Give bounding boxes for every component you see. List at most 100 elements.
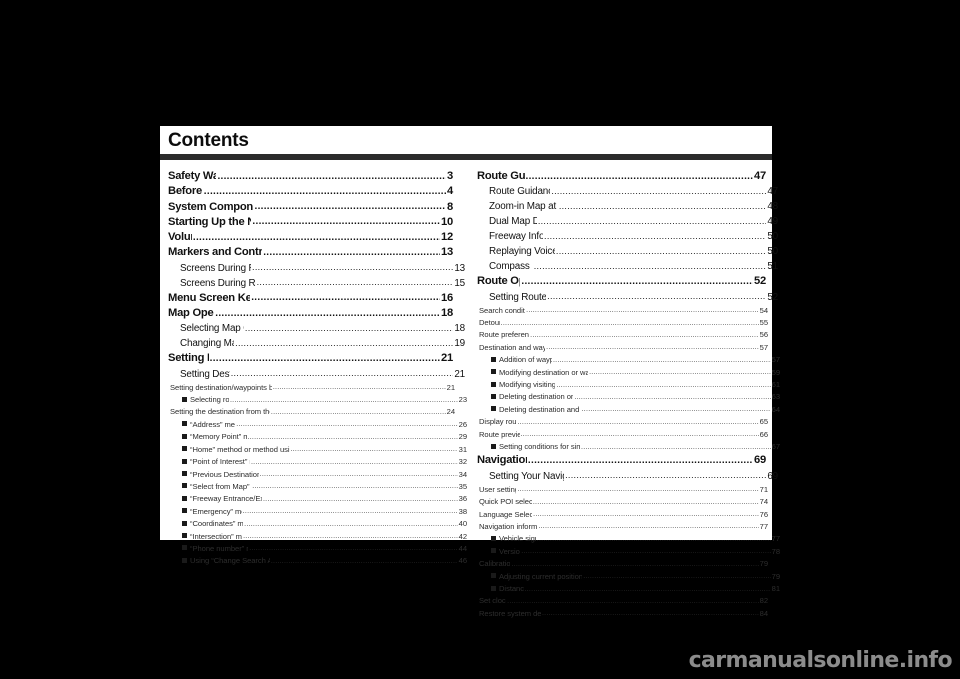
toc-dot-leader: ........................................… <box>537 215 767 226</box>
toc-entry[interactable]: Setting Route Options...................… <box>477 290 778 305</box>
toc-page-number: 57 <box>771 355 780 365</box>
toc-page-number: 21 <box>454 368 465 380</box>
toc-page-number: 51 <box>767 261 778 273</box>
toc-entry[interactable]: Selecting route.........................… <box>168 394 467 406</box>
toc-entry[interactable]: Route preview...........................… <box>477 429 768 441</box>
toc-page-number: 69 <box>754 454 766 467</box>
toc-dot-leader: ........................................… <box>581 443 771 451</box>
toc-entry[interactable]: Setting the destination from the navigat… <box>168 406 455 418</box>
toc-entry[interactable]: Freeway Information.....................… <box>477 229 778 244</box>
toc-dot-leader: ........................................… <box>556 381 770 389</box>
toc-entry-label-text: “Point of Interest” method <box>190 457 250 467</box>
toc-entry-label: Route preview <box>479 429 520 439</box>
toc-entry[interactable]: Adjusting current position and direction… <box>477 571 780 583</box>
toc-dot-leader: ........................................… <box>259 471 458 479</box>
toc-column-left: Safety Warnings.........................… <box>168 169 467 620</box>
toc-entry[interactable]: Screens During Route Setting............… <box>168 261 465 276</box>
toc-entry[interactable]: “Select from Map” method................… <box>168 481 467 493</box>
toc-entry[interactable]: Before Use..............................… <box>168 184 453 199</box>
toc-entry-label: “Coordinates” method <box>182 518 243 529</box>
toc-entry[interactable]: Selecting Map Orientation...............… <box>168 321 465 336</box>
toc-page-number: 79 <box>759 559 768 569</box>
toc-page-number: 55 <box>759 318 768 327</box>
toc-entry-label: Detour <box>479 318 500 327</box>
toc-entry[interactable]: Addition of waypoints...................… <box>477 354 780 366</box>
toc-entry[interactable]: Detour..................................… <box>477 317 768 329</box>
toc-entry[interactable]: Set clock...............................… <box>477 595 768 607</box>
toc-entry[interactable]: Modifying visiting order................… <box>477 379 780 391</box>
toc-entry[interactable]: Markers and Controls Displayed on Maps..… <box>168 245 453 260</box>
toc-entry-label: Language Selection <box>479 509 533 519</box>
toc-entry[interactable]: Route preferences.......................… <box>477 329 768 341</box>
toc-entry[interactable]: “Intersection” method...................… <box>168 531 467 543</box>
toc-entry[interactable]: Navigation Setup........................… <box>477 453 766 468</box>
toc-entry[interactable]: Deleting destination or waypoints.......… <box>477 391 780 403</box>
toc-entry[interactable]: Destination and waypoints...............… <box>477 342 768 354</box>
toc-entry[interactable]: Zoom-in Map at Intersection.............… <box>477 199 778 214</box>
toc-entry-label: Route preferences <box>479 330 529 340</box>
toc-entry[interactable]: “Phone number” method...................… <box>168 543 467 555</box>
toc-page-number: 18 <box>441 307 453 320</box>
toc-entry[interactable]: Setting Destination.....................… <box>168 367 465 382</box>
toc-entry[interactable]: Compass Mode............................… <box>477 259 778 274</box>
toc-entry[interactable]: Deleting destination and all waypoints..… <box>477 404 780 416</box>
toc-entry[interactable]: Navigation information..................… <box>477 521 768 533</box>
toc-entry[interactable]: Volume..................................… <box>168 230 453 245</box>
toc-entry[interactable]: Quick POI selection.....................… <box>477 496 768 508</box>
toc-entry[interactable]: “Address” method........................… <box>168 419 467 431</box>
toc-entry[interactable]: “Memory Point” method...................… <box>168 431 467 443</box>
toc-entry[interactable]: Language Selection......................… <box>477 509 768 521</box>
toc-entry[interactable]: Starting Up the Navigation System.......… <box>168 215 453 230</box>
toc-entry[interactable]: “Point of Interest” method..............… <box>168 456 467 468</box>
toc-entry-label: Route Options <box>477 275 520 288</box>
toc-entry[interactable]: Version.................................… <box>477 546 780 558</box>
toc-entry[interactable]: Route Guidance..........................… <box>477 169 766 184</box>
toc-dot-leader: ........................................… <box>243 533 458 541</box>
toc-entry[interactable]: Safety Warnings.........................… <box>168 169 453 184</box>
toc-entry[interactable]: Setting Your Navigation System..........… <box>477 469 778 484</box>
toc-entry[interactable]: Setting Route...........................… <box>168 351 453 366</box>
square-bullet-icon <box>182 483 187 489</box>
toc-entry-label: Using “Change Search Area” function <box>182 555 270 566</box>
toc-entry[interactable]: Replaying Voice Guidance................… <box>477 244 778 259</box>
toc-entry[interactable]: Calibration.............................… <box>477 558 768 570</box>
toc-page-number: 23 <box>458 395 467 405</box>
toc-entry[interactable]: Setting destination/waypoints by scrolli… <box>168 382 455 394</box>
toc-entry[interactable]: Distance................................… <box>477 583 780 595</box>
toc-entry[interactable]: “Home” method or method using stored des… <box>168 444 467 456</box>
toc-entry[interactable]: Menu Screen Keys and Functions..........… <box>168 291 453 306</box>
toc-entry[interactable]: User settings...........................… <box>477 484 768 496</box>
toc-dot-leader: ........................................… <box>215 307 440 319</box>
toc-entry[interactable]: Using “Change Search Area” function.....… <box>168 555 467 567</box>
square-bullet-icon <box>491 535 496 541</box>
toc-page-number: 74 <box>759 497 768 507</box>
toc-dot-leader: ........................................… <box>270 408 446 416</box>
toc-entry[interactable]: Screens During Route Guidance...........… <box>168 276 465 291</box>
square-bullet-icon <box>491 381 496 387</box>
toc-entry-label: “Previous Destination” method <box>182 469 259 480</box>
toc-entry[interactable]: Setting conditions for simulation drive.… <box>477 441 780 453</box>
toc-entry[interactable]: Route Options...........................… <box>477 274 766 289</box>
toc-entry[interactable]: “Previous Destination” method...........… <box>168 469 467 481</box>
toc-entry[interactable]: “Emergency” method......................… <box>168 506 467 518</box>
toc-entry[interactable]: Dual Map Display........................… <box>477 214 778 229</box>
toc-column-right: Route Guidance..........................… <box>467 169 780 620</box>
toc-entry[interactable]: Vehicle signal..........................… <box>477 533 780 545</box>
toc-entry[interactable]: System Components and Controls..........… <box>168 200 453 215</box>
toc-entry[interactable]: Display route...........................… <box>477 416 768 428</box>
toc-entry[interactable]: Modifying destination or waypoint positi… <box>477 367 780 379</box>
toc-dot-leader: ........................................… <box>217 170 446 182</box>
toc-entry[interactable]: Restore system defaults.................… <box>477 608 768 620</box>
square-bullet-icon <box>491 393 496 399</box>
toc-dot-leader: ........................................… <box>229 396 458 404</box>
toc-entry[interactable]: Search condition........................… <box>477 305 768 317</box>
toc-entry[interactable]: Map Operations..........................… <box>168 306 453 321</box>
toc-entry[interactable]: “Freeway Entrance/Exit” method..........… <box>168 493 467 505</box>
toc-dot-leader: ........................................… <box>249 545 458 553</box>
toc-page-number: 31 <box>458 444 467 454</box>
toc-entry[interactable]: Route Guidance Screen...................… <box>477 184 778 199</box>
toc-entry[interactable]: Changing Map Scale......................… <box>168 336 465 351</box>
toc-page-number: 21 <box>446 382 455 392</box>
toc-entry[interactable]: “Coordinates” method....................… <box>168 518 467 530</box>
toc-entry-label-text: “Select from Map” method <box>190 481 251 491</box>
